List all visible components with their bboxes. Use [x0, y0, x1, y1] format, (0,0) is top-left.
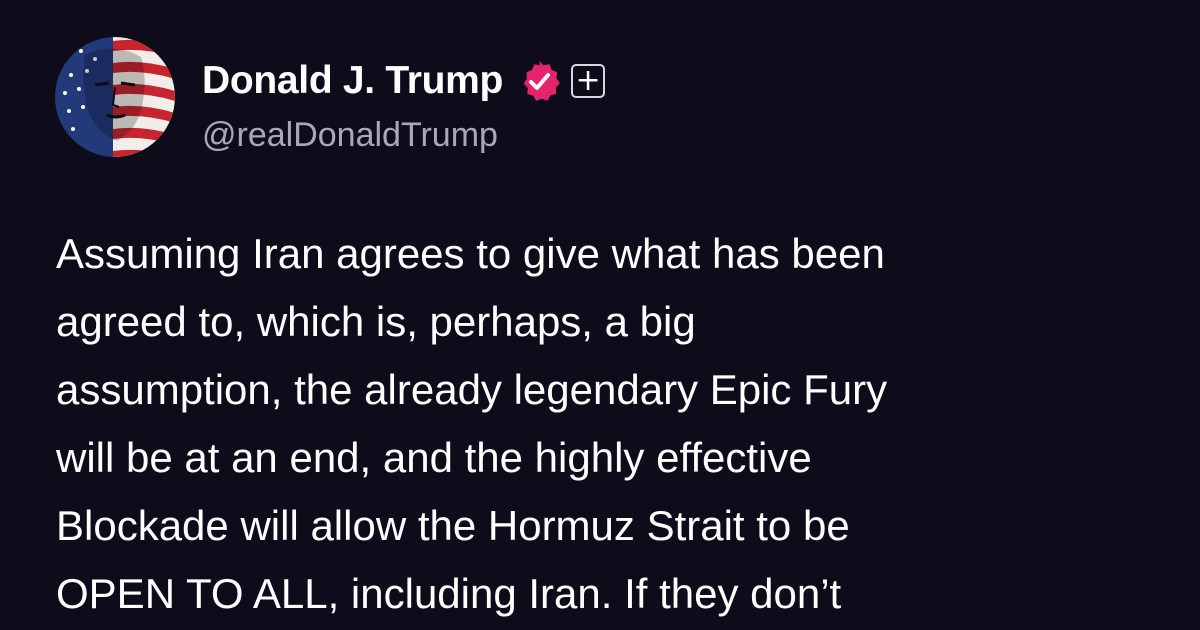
- verified-badge-icon: [517, 59, 561, 103]
- post-card: Donald J. Trump + @realDonaldTrump Assum…: [0, 0, 1200, 630]
- post-text-line: Assuming Iran agrees to give what has be…: [56, 230, 885, 277]
- post-text: Assuming Iran agrees to give what has be…: [56, 220, 1156, 628]
- author-header: Donald J. Trump +: [202, 56, 606, 106]
- display-name[interactable]: Donald J. Trump: [202, 59, 503, 103]
- post-text-line: assumption, the already legendary Epic F…: [56, 366, 888, 413]
- post-text-line: agreed to, which is, perhaps, a big: [56, 298, 696, 345]
- post-text-line: Blockade will allow the Hormuz Strait to…: [56, 502, 850, 549]
- post-text-line: OPEN TO ALL, including Iran. If they don…: [56, 570, 842, 617]
- author-handle[interactable]: @realDonaldTrump: [202, 116, 498, 155]
- flag-portrait-avatar-image: [55, 37, 175, 157]
- avatar[interactable]: [55, 37, 175, 157]
- post-text-line: will be at an end, and the highly effect…: [56, 434, 812, 481]
- follow-button[interactable]: +: [571, 64, 606, 98]
